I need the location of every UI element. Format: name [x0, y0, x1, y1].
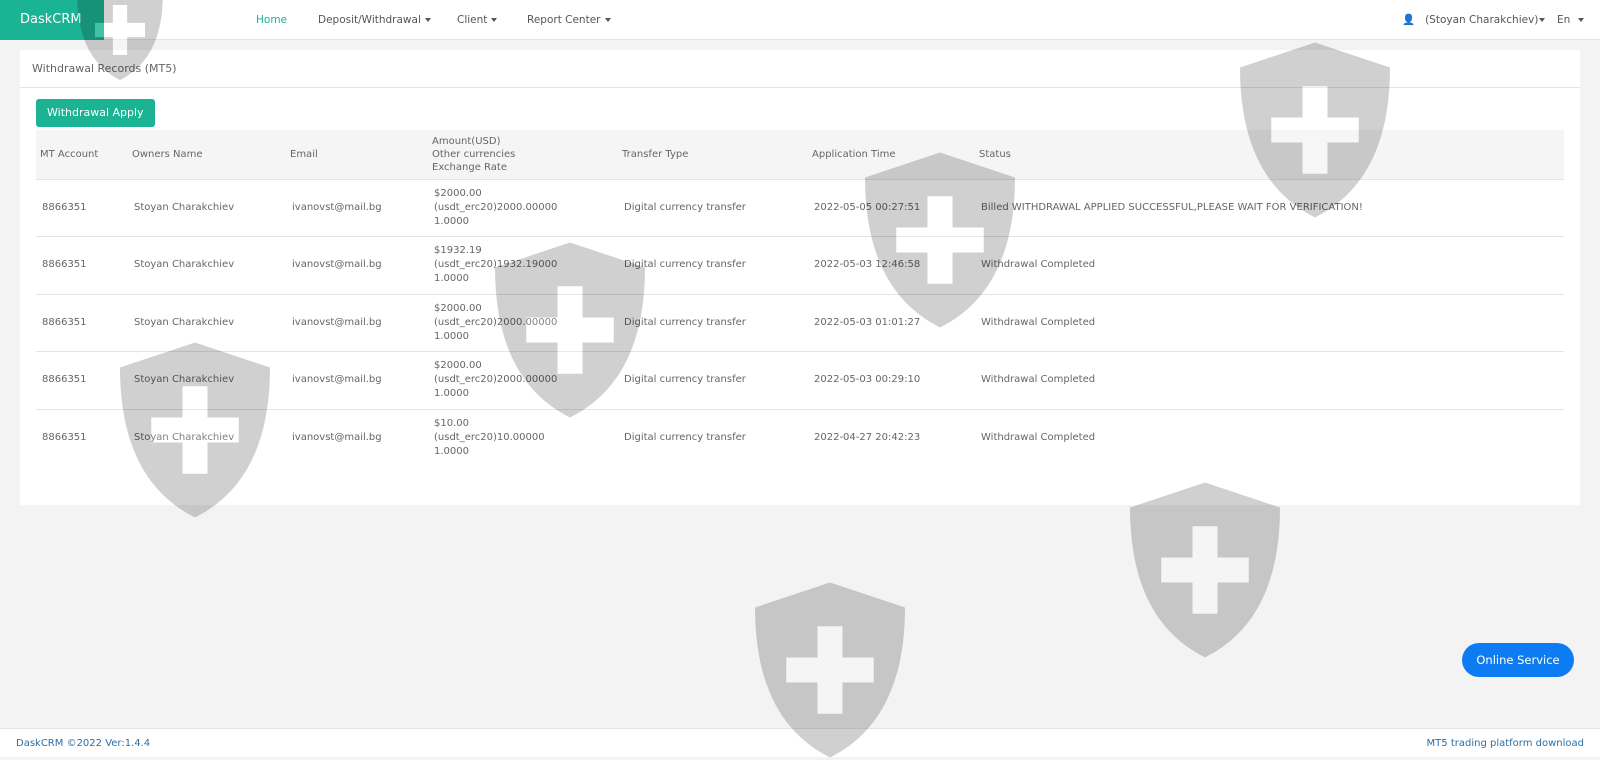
cell-account: 8866351 [36, 351, 128, 409]
col-amount: Amount(USD) Other currencies Exchange Rate [428, 130, 618, 179]
col-email: Email [286, 130, 428, 179]
cell-account: 8866351 [36, 408, 128, 467]
amount-usd: $2000.00 [434, 360, 482, 372]
col-transfer-type: Transfer Type [618, 130, 808, 179]
cell-email: ivanovst@mail.bg [286, 236, 428, 294]
amount-usd: $2000.00 [434, 187, 482, 199]
withdrawal-records-panel: Withdrawal Records (MT5) Withdrawal Appl… [20, 50, 1580, 505]
nav-home[interactable]: Home [256, 0, 287, 40]
cell-transfer-type: Digital currency transfer [618, 293, 808, 352]
cell-status: Billed WITHDRAWAL APPLIED SUCCESSFUL,PLE… [975, 178, 1564, 237]
cell-status: Withdrawal Completed [975, 351, 1564, 409]
user-name: (Stoyan Charakchiev) [1425, 14, 1539, 26]
exchange-rate: 1.0000 [434, 446, 469, 457]
nav-report-center[interactable]: Report Center [527, 0, 611, 40]
cell-name: Stoyan Charakchiev [128, 236, 286, 294]
exchange-rate: 1.0000 [434, 388, 469, 400]
cell-account: 8866351 [36, 178, 128, 237]
cell-status: Withdrawal Completed [975, 293, 1564, 352]
nav-label: Report Center [527, 14, 601, 26]
user-icon: 👤 [1402, 14, 1416, 26]
exchange-rate: 1.0000 [434, 330, 469, 342]
cell-name: Stoyan Charakchiev [128, 178, 286, 237]
amount-usd: $10.00 [434, 418, 469, 429]
nav-deposit-withdrawal[interactable]: Deposit/Withdrawal [318, 0, 431, 40]
cell-amount: $2000.00 (usdt_erc20)2000.00000 1.0000 [428, 178, 618, 237]
nav-client[interactable]: Client [457, 0, 498, 40]
amount-other: (usdt_erc20)2000.00000 [434, 374, 558, 386]
amount-usd: $1932.19 [434, 245, 482, 257]
header-line: Other currencies [432, 148, 516, 160]
cell-time: 2022-05-03 12:46:58 [808, 236, 975, 294]
cell-email: ivanovst@mail.bg [286, 408, 428, 467]
cell-name: Stoyan Charakchiev [128, 293, 286, 352]
caret-down-icon [491, 18, 498, 22]
cell-email: ivanovst@mail.bg [286, 293, 428, 352]
language-menu[interactable]: En [1557, 0, 1585, 40]
cell-transfer-type: Digital currency transfer [618, 351, 808, 409]
cell-account: 8866351 [36, 293, 128, 352]
cell-time: 2022-05-03 01:01:27 [808, 293, 975, 352]
cell-transfer-type: Digital currency transfer [618, 178, 808, 237]
cell-email: ivanovst@mail.bg [286, 351, 428, 409]
cell-status: Withdrawal Completed [975, 236, 1564, 294]
table-row: 8866351 Stoyan Charakchiev ivanovst@mail… [36, 236, 1564, 294]
amount-other: (usdt_erc20)2000.00000 [434, 316, 558, 328]
nav-label: Deposit/Withdrawal [318, 14, 421, 26]
table-row: 8866351 Stoyan Charakchiev ivanovst@mail… [36, 408, 1564, 467]
cell-transfer-type: Digital currency transfer [618, 408, 808, 467]
cell-account: 8866351 [36, 236, 128, 294]
footer: DaskCRM ©2022 Ver:1.4.4 MT5 trading plat… [0, 728, 1600, 757]
cell-time: 2022-04-27 20:42:23 [808, 408, 975, 467]
caret-down-icon [424, 18, 431, 22]
cell-email: ivanovst@mail.bg [286, 178, 428, 237]
col-status: Status [975, 130, 1564, 179]
table-row: 8866351 Stoyan Charakchiev ivanovst@mail… [36, 178, 1564, 237]
cell-transfer-type: Digital currency transfer [618, 236, 808, 294]
cell-amount: $10.00 (usdt_erc20)10.00000 1.0000 [428, 408, 618, 467]
amount-other: (usdt_erc20)1932.19000 [434, 259, 558, 271]
withdrawal-table: MT Account Owners Name Email Amount(USD)… [36, 130, 1564, 467]
exchange-rate: 1.0000 [434, 273, 469, 285]
online-service-button[interactable]: Online Service [1462, 643, 1574, 677]
table-row: 8866351 Stoyan Charakchiev ivanovst@mail… [36, 351, 1564, 409]
cell-name: Stoyan Charakchiev [128, 408, 286, 467]
header-line: Amount(USD) [432, 135, 501, 147]
top-navbar: DaskCRM Home Deposit/Withdrawal Client R… [0, 0, 1600, 40]
cell-amount: $2000.00 (usdt_erc20)2000.00000 1.0000 [428, 293, 618, 352]
col-owners-name: Owners Name [128, 130, 286, 179]
table-row: 8866351 Stoyan Charakchiev ivanovst@mail… [36, 293, 1564, 352]
cell-name: Stoyan Charakchiev [128, 351, 286, 409]
mt5-download-link[interactable]: MT5 trading platform download [1427, 729, 1584, 758]
withdrawal-apply-button[interactable]: Withdrawal Apply [36, 99, 155, 127]
caret-down-icon [604, 18, 611, 22]
brand-logo[interactable]: DaskCRM [0, 0, 104, 40]
cell-amount: $1932.19 (usdt_erc20)1932.19000 1.0000 [428, 236, 618, 294]
amount-usd: $2000.00 [434, 302, 482, 314]
language-label: En [1557, 14, 1571, 26]
panel-title: Withdrawal Records (MT5) [20, 50, 1580, 88]
cell-time: 2022-05-05 00:27:51 [808, 178, 975, 237]
watermark-shield-icon [1130, 482, 1280, 658]
col-application-time: Application Time [808, 130, 975, 179]
cell-status: Withdrawal Completed [975, 408, 1564, 467]
footer-version: DaskCRM ©2022 Ver:1.4.4 [16, 738, 151, 749]
caret-down-icon [1578, 18, 1585, 22]
amount-other: (usdt_erc20)10.00000 [434, 432, 545, 443]
amount-other: (usdt_erc20)2000.00000 [434, 201, 558, 213]
nav-label: Client [457, 14, 488, 26]
cell-time: 2022-05-03 00:29:10 [808, 351, 975, 409]
header-line: Exchange Rate [432, 161, 507, 173]
col-mt-account: MT Account [36, 130, 128, 179]
exchange-rate: 1.0000 [434, 215, 469, 227]
cell-amount: $2000.00 (usdt_erc20)2000.00000 1.0000 [428, 351, 618, 409]
caret-down-icon [1539, 18, 1546, 22]
user-menu[interactable]: 👤 (Stoyan Charakchiev) [1402, 0, 1546, 40]
